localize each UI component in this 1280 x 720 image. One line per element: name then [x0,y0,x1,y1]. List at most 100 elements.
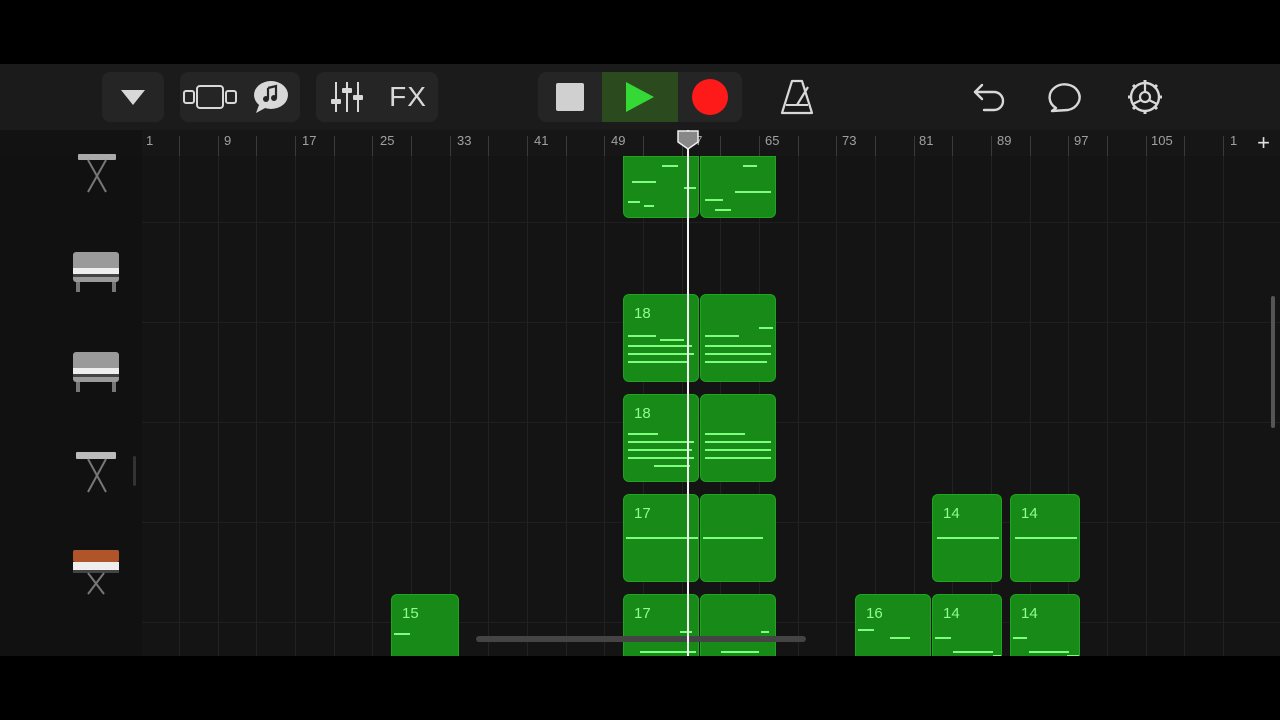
browser-toggle-button[interactable] [102,72,164,122]
region-label: 15 [402,605,419,622]
midi-note [632,181,656,183]
track-header-synth-1[interactable] [0,154,142,223]
vertical-scrollbar[interactable] [1271,296,1275,428]
ruler-tick [643,136,644,156]
smart-help-button[interactable] [246,72,296,122]
record-button[interactable] [680,72,740,122]
midi-note [935,637,951,639]
region-track5-e[interactable]: 14 [932,594,1002,656]
add-section-button[interactable]: + [1257,130,1270,156]
metronome-icon [780,79,814,115]
midi-note [735,191,771,193]
grid-line [488,156,489,656]
midi-note [705,449,771,451]
midi-note [858,629,874,631]
grid-line [527,156,528,656]
midi-note [890,637,910,639]
mixer-button[interactable] [320,72,374,122]
ruler-tick [836,136,837,156]
grid-line [836,156,837,656]
loop-browser-button[interactable] [1040,72,1094,122]
grid-line [566,156,567,656]
midi-note [705,361,767,363]
ruler-tick [527,136,528,156]
midi-note [705,353,771,355]
ruler-tick [720,136,721,156]
region-label: 14 [1021,605,1038,622]
region-label: 17 [634,605,651,622]
undo-button[interactable] [962,72,1016,122]
bar-label: 33 [457,133,472,148]
play-icon [626,82,654,112]
region-track4-b[interactable] [700,494,776,582]
track-header-piano-1[interactable] [0,222,142,323]
midi-note [715,209,731,211]
gear-icon [1128,80,1162,114]
mixer-icon [331,82,363,112]
region-track2-b[interactable] [700,294,776,382]
bar-ruler[interactable]: 1 9 17 25 33 41 49 57 65 73 81 89 97 105… [142,130,1280,157]
midi-note [628,345,692,347]
settings-button[interactable] [1118,72,1172,122]
midi-note [628,441,694,443]
region-track3-b[interactable] [700,394,776,482]
region-track5-d[interactable]: 16 [855,594,931,656]
fx-button[interactable]: FX [380,72,436,122]
grid-line [1184,156,1185,656]
grid-line [1107,156,1108,656]
stop-button[interactable] [540,72,600,122]
playhead-handle-icon[interactable] [676,130,700,150]
stop-icon [556,83,584,111]
header-scroll-indicator [133,456,136,486]
ruler-tick [1223,136,1224,156]
region-track1-b[interactable] [700,156,776,218]
midi-note [953,651,993,653]
tracks-grid[interactable]: 18 18 17 14 14 15 17 16 14 14 [142,156,1280,656]
bar-label: 25 [380,133,395,148]
midi-note [937,537,999,539]
ruler-tick [450,136,451,156]
grid-line [798,156,799,656]
region-track5-c[interactable] [700,594,776,656]
music-chat-icon [254,81,288,113]
region-track5-f[interactable]: 14 [1010,594,1080,656]
grid-line [1146,156,1147,656]
loop-icon [1048,83,1081,113]
ruler-tick [1146,136,1147,156]
region-track4-c[interactable]: 14 [932,494,1002,582]
upright-piano-icon [73,252,119,292]
midi-note [662,165,678,167]
playhead-line [687,130,689,656]
midi-note [1029,651,1069,653]
grid-line [411,156,412,656]
grid-line [1223,156,1224,656]
ruler-tick [991,136,992,156]
track-header-analog-synth[interactable] [0,522,142,623]
tracks-view-button[interactable] [182,72,238,122]
region-track5-a[interactable]: 15 [391,594,459,656]
region-track4-d[interactable]: 14 [1010,494,1080,582]
midi-note [705,433,745,435]
ruler-tick [798,136,799,156]
toolbar: FX [0,64,1280,130]
grid-line [256,156,257,656]
midi-note [761,631,769,633]
play-button[interactable] [602,72,678,122]
midi-note [684,187,696,189]
midi-note [993,655,1001,656]
track-header-partial[interactable] [0,622,142,656]
bar-label: 1 [146,133,154,148]
ruler-tick [875,136,876,156]
bar-label: 73 [842,133,857,148]
ruler-tick [604,136,605,156]
track-header-piano-2[interactable] [0,322,142,423]
horizontal-scrollbar[interactable] [476,636,806,642]
track-header-synth-2[interactable] [0,422,142,523]
bar-label: 41 [534,133,549,148]
undo-icon [973,83,1005,112]
grid-line [218,156,219,656]
metronome-button[interactable] [770,72,824,122]
midi-note [628,361,688,363]
midi-note [705,199,723,201]
bar-label: 81 [919,133,934,148]
